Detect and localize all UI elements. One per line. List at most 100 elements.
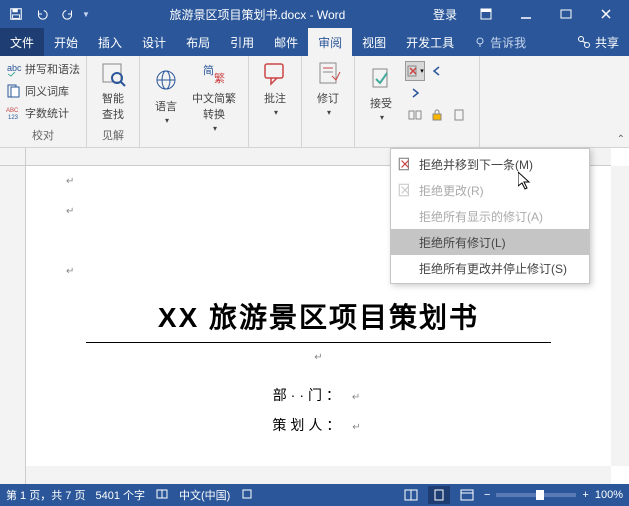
tracking-button[interactable]: 修订 ▾ <box>308 58 348 119</box>
ink-button[interactable] <box>449 105 469 125</box>
para-mark: ↵ <box>352 422 364 433</box>
ribbon-group-insights: 智能 查找 见解 <box>87 56 140 147</box>
svg-text:abc: abc <box>7 63 22 73</box>
svg-text:繁: 繁 <box>214 71 225 85</box>
zoom-slider[interactable] <box>496 493 576 497</box>
ribbon-group-language: 语言 ▾ 简繁 中文简繁 转换 ▾ <box>140 56 249 147</box>
reject-shown-item: 拒绝所有显示的修订(A) <box>391 203 589 229</box>
reject-button[interactable]: ▾ <box>405 61 425 81</box>
login-button[interactable]: 登录 <box>425 6 465 23</box>
previous-change-button[interactable] <box>427 61 447 81</box>
window-title: 旅游景区项目策划书.docx - Word <box>90 6 425 23</box>
compare-button[interactable] <box>405 105 425 125</box>
book-icon <box>155 487 169 501</box>
thesaurus-icon <box>6 83 22 99</box>
horizontal-scrollbar[interactable] <box>26 466 611 484</box>
share-button[interactable]: 共享 <box>567 34 629 51</box>
tab-mailings[interactable]: 邮件 <box>264 28 308 56</box>
read-mode-button[interactable] <box>400 486 422 504</box>
planner-label: 策划人： <box>272 417 344 433</box>
tab-view[interactable]: 视图 <box>352 28 396 56</box>
vertical-scrollbar[interactable] <box>611 166 629 466</box>
next-change-button[interactable] <box>405 83 425 103</box>
tracking-icon <box>314 60 342 88</box>
para-mark: ↵ <box>352 392 364 403</box>
zoom-level[interactable]: 100% <box>595 489 623 501</box>
ribbon-group-changes: 接受 ▾ ▾ <box>355 56 480 147</box>
para-mark: ↵ <box>66 206 74 217</box>
prev-icon <box>430 64 444 78</box>
zoom-out-button[interactable]: − <box>484 489 490 501</box>
web-layout-button[interactable] <box>456 486 478 504</box>
tab-file[interactable]: 文件 <box>0 28 44 56</box>
print-layout-icon <box>432 489 446 501</box>
tab-developer[interactable]: 开发工具 <box>396 28 464 56</box>
svg-text:ABC: ABC <box>6 108 19 114</box>
para-mark: ↵ <box>66 176 74 187</box>
wordcount-button[interactable]: ABC123 字数统计 <box>6 102 80 124</box>
chevron-down-icon: ▾ <box>420 67 424 75</box>
menubar: 文件 开始 插入 设计 布局 引用 邮件 审阅 视图 开发工具 告诉我 共享 <box>0 28 629 56</box>
minimize-button[interactable] <box>507 0 545 28</box>
reject-all-item[interactable]: 拒绝所有修订(L) <box>391 229 589 255</box>
next-icon <box>408 86 422 100</box>
undo-button[interactable] <box>30 2 54 26</box>
accept-button[interactable]: 接受 ▾ <box>361 58 401 128</box>
comment-icon <box>261 60 289 88</box>
dept-label: 部··门： <box>273 387 344 403</box>
tellme-search[interactable]: 告诉我 <box>464 34 536 51</box>
spellcheck-indicator[interactable] <box>155 487 169 504</box>
svg-text:简: 简 <box>203 63 214 77</box>
tab-references[interactable]: 引用 <box>220 28 264 56</box>
tab-design[interactable]: 设计 <box>132 28 176 56</box>
zoom-in-button[interactable]: + <box>582 489 588 501</box>
chevron-down-icon: ▾ <box>380 113 384 122</box>
smartlookup-button[interactable]: 智能 查找 <box>93 58 133 124</box>
translate-button[interactable]: 简繁 中文简繁 转换 ▾ <box>186 58 242 135</box>
page-indicator[interactable]: 第 1 页，共 7 页 <box>6 487 85 503</box>
reject-change-item: 拒绝更改(R) <box>391 177 589 203</box>
thesaurus-button[interactable]: 同义词库 <box>6 80 80 102</box>
tab-home[interactable]: 开始 <box>44 28 88 56</box>
close-button[interactable] <box>587 0 625 28</box>
reject-move-next-item[interactable]: 拒绝并移到下一条(M) <box>391 151 589 177</box>
read-icon <box>404 489 418 501</box>
save-button[interactable] <box>4 2 28 26</box>
translate-icon: 简繁 <box>200 60 228 88</box>
language-icon <box>152 68 180 96</box>
reject-icon <box>406 64 420 78</box>
tab-review[interactable]: 审阅 <box>308 28 352 56</box>
reject-icon <box>397 182 413 198</box>
maximize-button[interactable] <box>547 0 585 28</box>
ribbon-group-proofing: abc 拼写和语法 同义词库 ABC123 字数统计 校对 <box>0 56 87 147</box>
redo-button[interactable] <box>56 2 80 26</box>
accept-icon <box>367 65 395 93</box>
language-indicator[interactable]: 中文(中国) <box>179 487 230 503</box>
para-mark: ↵ <box>66 266 74 277</box>
ruler-corner <box>0 148 26 166</box>
share-icon <box>577 35 591 49</box>
chevron-down-icon: ▾ <box>327 108 331 117</box>
comments-button[interactable]: 批注 ▾ <box>255 58 295 119</box>
vertical-ruler[interactable] <box>0 166 26 484</box>
chevron-down-icon: ▾ <box>274 108 278 117</box>
collapse-ribbon-button[interactable]: ⌃ <box>617 134 625 145</box>
print-layout-button[interactable] <box>428 486 450 504</box>
lightbulb-icon <box>474 36 486 48</box>
macro-indicator[interactable] <box>240 487 254 504</box>
svg-text:123: 123 <box>8 115 19 121</box>
web-layout-icon <box>460 489 474 501</box>
wordcount-icon: ABC123 <box>6 105 22 121</box>
ribbon-display-button[interactable] <box>467 0 505 28</box>
tab-layout[interactable]: 布局 <box>176 28 220 56</box>
title-underline <box>86 342 551 343</box>
statusbar: 第 1 页，共 7 页 5401 个字 中文(中国) − + 100% <box>0 484 629 506</box>
tab-insert[interactable]: 插入 <box>88 28 132 56</box>
spelling-button[interactable]: abc 拼写和语法 <box>6 58 80 80</box>
reject-stop-item[interactable]: 拒绝所有更改并停止修订(S) <box>391 255 589 281</box>
protect-button[interactable] <box>427 105 447 125</box>
language-button[interactable]: 语言 ▾ <box>146 58 186 135</box>
reject-dropdown-menu: 拒绝并移到下一条(M) 拒绝更改(R) 拒绝所有显示的修订(A) 拒绝所有修订(… <box>390 148 590 284</box>
wordcount-indicator[interactable]: 5401 个字 <box>95 487 145 503</box>
qat-dropdown-icon[interactable]: ▼ <box>82 10 90 19</box>
